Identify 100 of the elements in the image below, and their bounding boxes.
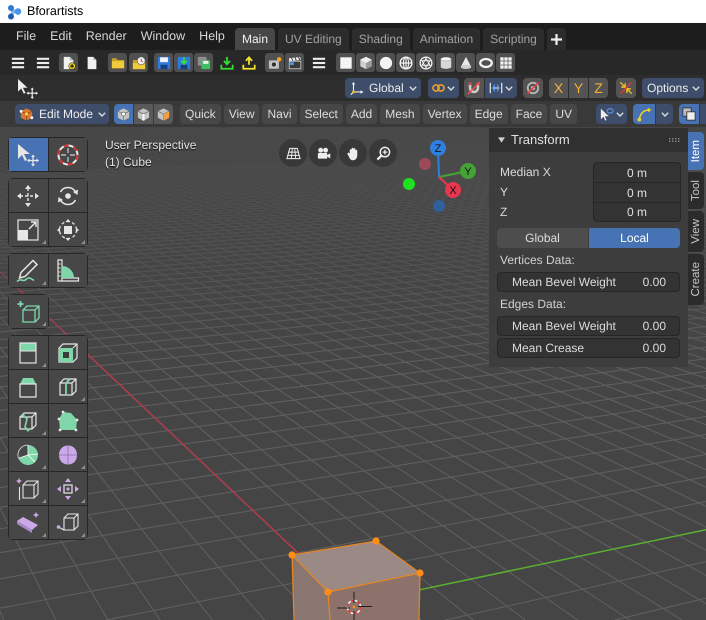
select-tool-dropdown[interactable]	[596, 104, 627, 124]
negative-axis-handle[interactable]	[403, 178, 415, 190]
tool-button[interactable]	[9, 179, 48, 212]
toolbar-button[interactable]	[356, 53, 375, 72]
mode-dropdown[interactable]: Edit Mode	[15, 104, 109, 124]
header-menu[interactable]: Quick	[180, 104, 221, 124]
header-menu[interactable]: Face	[510, 104, 548, 124]
sidebar-tab[interactable]: View	[688, 211, 704, 252]
toolbar-button[interactable]	[265, 53, 284, 72]
toolbar-button[interactable]	[416, 53, 435, 72]
toolbar-button[interactable]	[285, 53, 304, 72]
panel-header[interactable]: Transform	[489, 128, 688, 152]
axis-handle[interactable]	[445, 182, 461, 198]
header-menu[interactable]: View	[224, 104, 260, 124]
select-mode-button[interactable]	[134, 104, 153, 124]
toolbar-button[interactable]	[396, 53, 415, 72]
tool-button[interactable]	[48, 472, 87, 505]
number-field[interactable]: Mean Bevel Weight 0.00	[497, 316, 680, 336]
toolbar-button[interactable]	[456, 53, 475, 72]
number-field[interactable]: 0 m	[593, 162, 681, 182]
proportional-toggle[interactable]	[523, 78, 543, 98]
sidebar-tab[interactable]: Tool	[688, 172, 704, 210]
tool-button[interactable]	[48, 404, 87, 437]
toolbar-button[interactable]	[129, 53, 148, 72]
toolbar-button[interactable]	[336, 53, 355, 72]
mirror-axis-toggle[interactable]: Z	[589, 78, 608, 98]
toolbar-button[interactable]	[59, 53, 78, 72]
tool-button[interactable]	[48, 254, 87, 287]
workspace-tab[interactable]: Scripting	[483, 28, 544, 50]
tool-button[interactable]	[9, 370, 48, 403]
tool-button[interactable]	[9, 213, 48, 246]
toolbar-button[interactable]	[376, 53, 395, 72]
tool-button[interactable]	[9, 254, 48, 287]
workspace-tab[interactable]: Main	[235, 28, 276, 50]
tool-button[interactable]	[9, 438, 48, 471]
snap-dropdown[interactable]	[485, 78, 517, 98]
number-field[interactable]: 0 m	[593, 202, 681, 222]
movie-camera-icon	[316, 146, 330, 160]
orientation-dropdown[interactable]: Global	[345, 78, 421, 98]
header-menu[interactable]: Add	[346, 104, 378, 124]
negative-axis-handle[interactable]	[433, 200, 445, 212]
toolbar-button[interactable]	[436, 53, 455, 72]
number-field[interactable]: 0 m	[593, 182, 681, 202]
tool-button[interactable]	[9, 472, 48, 505]
number-field[interactable]: Mean Bevel Weight 0.00	[497, 272, 680, 292]
tool-button[interactable]	[48, 438, 87, 471]
tool-button[interactable]	[9, 336, 48, 369]
toolbar-button[interactable]	[496, 53, 515, 72]
add-workspace-button[interactable]	[546, 28, 566, 50]
select-mode-button[interactable]	[114, 104, 133, 124]
toolbar-button[interactable]	[476, 53, 495, 72]
workspace-tab[interactable]: UV Editing	[278, 28, 349, 50]
gizmo-dropdown[interactable]	[656, 104, 673, 124]
tool-button[interactable]	[48, 138, 87, 171]
header-menu[interactable]: Select	[300, 104, 343, 124]
header-menu[interactable]: Navi	[262, 104, 296, 124]
download-icon	[220, 56, 234, 70]
number-field[interactable]: Mean Crease 0.00	[497, 338, 680, 358]
resize-squares-icon	[16, 218, 40, 242]
header-menu[interactable]: Vertex	[422, 104, 467, 124]
menu-item[interactable]: File	[9, 26, 44, 46]
workspace-tab[interactable]: Animation	[412, 28, 480, 50]
toolbar-button[interactable]	[174, 53, 193, 72]
menu-item[interactable]: Render	[78, 26, 134, 46]
gizmo-toggle[interactable]	[633, 104, 655, 124]
toolbar-button[interactable]	[194, 53, 213, 72]
auto-merge-toggle[interactable]	[616, 78, 636, 98]
sidebar-tab[interactable]: Create	[688, 254, 704, 305]
header-menu[interactable]: Mesh	[380, 104, 420, 124]
tool-button[interactable]	[48, 506, 87, 539]
pivot-dropdown[interactable]	[428, 78, 459, 98]
menu-item[interactable]: Help	[192, 26, 232, 46]
tool-button[interactable]	[48, 370, 87, 403]
workspace-tab[interactable]: Shading	[352, 28, 410, 50]
tool-button[interactable]	[9, 404, 48, 437]
tool-button[interactable]	[48, 213, 87, 246]
space-toggle[interactable]: Global	[497, 228, 588, 248]
menu-item[interactable]: Edit	[43, 26, 79, 46]
axis-handle[interactable]	[460, 163, 476, 179]
header-menu[interactable]: UV	[550, 104, 577, 124]
space-toggle[interactable]: Local	[589, 228, 680, 248]
tool-button[interactable]	[48, 179, 87, 212]
camera-icon	[268, 56, 282, 70]
mirror-axis-toggle[interactable]: Y	[569, 78, 588, 98]
select-mode-button[interactable]	[154, 104, 173, 124]
negative-axis-handle[interactable]	[419, 158, 431, 170]
menu-item[interactable]: Window	[134, 26, 192, 46]
options-dropdown[interactable]: Options	[642, 78, 704, 98]
overlay-toggle[interactable]	[679, 104, 699, 124]
mirror-axis-toggle[interactable]: X	[549, 78, 568, 98]
toolbar-button[interactable]	[108, 53, 127, 72]
toolbar-button[interactable]	[154, 53, 173, 72]
tool-button[interactable]	[9, 506, 48, 539]
sidebar-tab[interactable]: Item	[688, 132, 704, 170]
header-menu[interactable]: Edge	[470, 104, 508, 124]
cube-vertex-icon	[116, 106, 131, 122]
snap-toggle[interactable]	[464, 78, 484, 98]
tool-button[interactable]	[9, 138, 48, 171]
axis-handle[interactable]	[430, 140, 446, 156]
tool-button[interactable]	[48, 336, 87, 369]
